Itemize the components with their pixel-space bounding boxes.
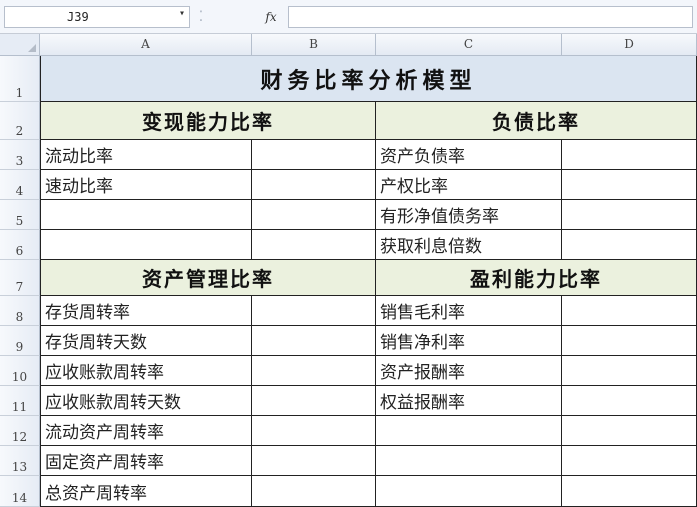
name-box-value: J39: [67, 10, 89, 24]
cell-a6[interactable]: [41, 230, 252, 260]
row-header-6[interactable]: 6: [0, 230, 40, 260]
section-header-liquidity[interactable]: 变现能力比率: [41, 102, 376, 140]
select-all-button[interactable]: [0, 34, 40, 56]
cell-b14[interactable]: [252, 476, 376, 507]
cell-b10[interactable]: [252, 356, 376, 386]
cell-c10[interactable]: 资产报酬率: [376, 356, 562, 386]
column-header-b[interactable]: B: [252, 34, 376, 56]
cell-c12[interactable]: [376, 416, 562, 446]
formula-input[interactable]: [288, 6, 693, 28]
cell-a8[interactable]: 存货周转率: [41, 296, 252, 326]
cell-b3[interactable]: [252, 140, 376, 170]
cell-c4[interactable]: 产权比率: [376, 170, 562, 200]
name-box[interactable]: J39 ▾: [4, 6, 190, 28]
cell-a14[interactable]: 总资产周转率: [41, 476, 252, 507]
cell-b12[interactable]: [252, 416, 376, 446]
cell-d8[interactable]: [562, 296, 697, 326]
cell-d12[interactable]: [562, 416, 697, 446]
cell-a5[interactable]: [41, 200, 252, 230]
chevron-down-icon[interactable]: ▾: [179, 8, 185, 19]
cell-c14[interactable]: [376, 476, 562, 507]
row-header-9[interactable]: 9: [0, 326, 40, 356]
cell-c5[interactable]: 有形净值债务率: [376, 200, 562, 230]
cell-d3[interactable]: [562, 140, 697, 170]
cell-a12[interactable]: 流动资产周转率: [41, 416, 252, 446]
cell-d5[interactable]: [562, 200, 697, 230]
section-header-debt[interactable]: 负债比率: [376, 102, 697, 140]
cell-d4[interactable]: [562, 170, 697, 200]
row-header-14[interactable]: 14: [0, 476, 40, 507]
cell-b11[interactable]: [252, 386, 376, 416]
cell-d13[interactable]: [562, 446, 697, 476]
column-header-d[interactable]: D: [562, 34, 697, 56]
cell-c8[interactable]: 销售毛利率: [376, 296, 562, 326]
cell-a10[interactable]: 应收账款周转率: [41, 356, 252, 386]
cell-d9[interactable]: [562, 326, 697, 356]
row-header-8[interactable]: 8: [0, 296, 40, 326]
select-all-triangle-icon: [28, 44, 36, 52]
cell-d14[interactable]: [562, 476, 697, 507]
cell-a13[interactable]: 固定资产周转率: [41, 446, 252, 476]
sheet-title[interactable]: 财务比率分析模型: [41, 56, 697, 102]
row-header-13[interactable]: 13: [0, 446, 40, 476]
row-header-4[interactable]: 4: [0, 170, 40, 200]
column-header-a[interactable]: A: [40, 34, 252, 56]
section-header-profitability[interactable]: 盈利能力比率: [376, 260, 697, 296]
row-header-10[interactable]: 10: [0, 356, 40, 386]
cell-a11[interactable]: 应收账款周转天数: [41, 386, 252, 416]
cell-b4[interactable]: [252, 170, 376, 200]
row-header-12[interactable]: 12: [0, 416, 40, 446]
cell-d10[interactable]: [562, 356, 697, 386]
cell-b8[interactable]: [252, 296, 376, 326]
cell-b5[interactable]: [252, 200, 376, 230]
cell-c11[interactable]: 权益报酬率: [376, 386, 562, 416]
row-header-5[interactable]: 5: [0, 200, 40, 230]
row-header-11[interactable]: 11: [0, 386, 40, 416]
cell-a4[interactable]: 速动比率: [41, 170, 252, 200]
cell-d11[interactable]: [562, 386, 697, 416]
section-header-asset-management[interactable]: 资产管理比率: [41, 260, 376, 296]
row-header-2[interactable]: 2: [0, 102, 40, 140]
cell-a9[interactable]: 存货周转天数: [41, 326, 252, 356]
cell-c6[interactable]: 获取利息倍数: [376, 230, 562, 260]
cell-c13[interactable]: [376, 446, 562, 476]
column-header-c[interactable]: C: [376, 34, 562, 56]
cell-a3[interactable]: 流动比率: [41, 140, 252, 170]
insert-function-icon[interactable]: fx: [258, 6, 284, 28]
row-header-3[interactable]: 3: [0, 140, 40, 170]
row-header-1[interactable]: 1: [0, 56, 40, 102]
formula-bar-grip-icon: ⁚: [198, 9, 204, 25]
cell-c3[interactable]: 资产负债率: [376, 140, 562, 170]
cell-b9[interactable]: [252, 326, 376, 356]
formula-bar: J39 ▾ ⁚ fx: [0, 0, 697, 34]
row-header-7[interactable]: 7: [0, 260, 40, 296]
cell-c9[interactable]: 销售净利率: [376, 326, 562, 356]
cell-b6[interactable]: [252, 230, 376, 260]
cell-d6[interactable]: [562, 230, 697, 260]
cell-b13[interactable]: [252, 446, 376, 476]
